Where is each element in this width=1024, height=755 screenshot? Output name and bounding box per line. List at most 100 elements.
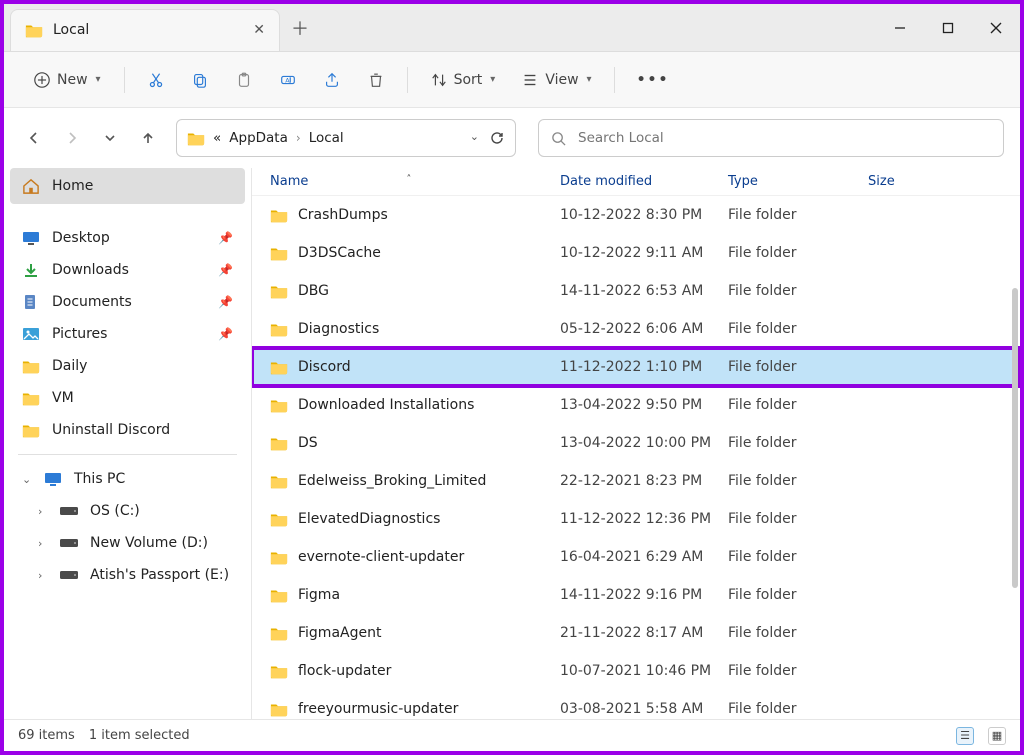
sidebar-item[interactable]: Daily xyxy=(4,350,251,382)
details-view-icon[interactable]: ☰ xyxy=(956,727,974,745)
search-box[interactable] xyxy=(538,119,1004,157)
file-type: File folder xyxy=(728,397,868,413)
tab-close-icon[interactable]: ✕ xyxy=(253,22,265,38)
column-size[interactable]: Size xyxy=(868,174,1008,189)
sidebar-item[interactable]: Desktop 📌 xyxy=(4,222,251,254)
file-row[interactable]: freeyourmusic-updater 03-08-2021 5:58 AM… xyxy=(252,690,1020,719)
file-date: 10-12-2022 8:30 PM xyxy=(560,207,728,223)
rename-button[interactable]: A xyxy=(269,65,307,95)
scrollbar[interactable] xyxy=(1012,288,1018,588)
maximize-button[interactable] xyxy=(924,4,972,51)
file-row[interactable]: DS 13-04-2022 10:00 PM File folder xyxy=(252,424,1020,462)
trash-icon xyxy=(367,71,385,89)
file-row[interactable]: CrashDumps 10-12-2022 8:30 PM File folde… xyxy=(252,196,1020,234)
sidebar-item[interactable]: Documents📌 xyxy=(4,286,251,318)
file-row[interactable]: D3DSCache 10-12-2022 9:11 AM File folder xyxy=(252,234,1020,272)
address-bar[interactable]: « AppData › Local ⌄ xyxy=(176,119,516,157)
file-type: File folder xyxy=(728,283,868,299)
grid-view-icon[interactable]: ▦ xyxy=(988,727,1006,745)
column-type[interactable]: Type xyxy=(728,174,868,189)
file-row[interactable]: DBG 14-11-2022 6:53 AM File folder xyxy=(252,272,1020,310)
copy-button[interactable] xyxy=(181,65,219,95)
up-button[interactable] xyxy=(134,124,162,152)
file-row[interactable]: Discord 11-12-2022 1:10 PM File folder xyxy=(252,348,1020,386)
breadcrumb-seg[interactable]: AppData xyxy=(229,130,288,146)
more-button[interactable]: ••• xyxy=(627,66,680,94)
file-list[interactable]: CrashDumps 10-12-2022 8:30 PM File folde… xyxy=(252,196,1020,719)
sidebar-item-label: Daily xyxy=(52,358,87,374)
file-date: 22-12-2021 8:23 PM xyxy=(560,473,728,489)
pin-icon[interactable]: 📌 xyxy=(218,231,233,245)
pin-icon[interactable]: 📌 xyxy=(218,263,233,277)
nav-row: « AppData › Local ⌄ xyxy=(4,108,1020,168)
file-row[interactable]: flock-updater 10-07-2021 10:46 PM File f… xyxy=(252,652,1020,690)
sidebar-item[interactable]: Pictures📌 xyxy=(4,318,251,350)
sidebar-item-drive[interactable]: › Atish's Passport (E:) xyxy=(4,559,251,591)
sidebar: Home Desktop 📌 Downloads📌 Documents📌 Pict… xyxy=(4,168,252,719)
column-date[interactable]: Date modified xyxy=(560,174,728,189)
file-type: File folder xyxy=(728,359,868,375)
minimize-button[interactable] xyxy=(876,4,924,51)
sidebar-item-label: Uninstall Discord xyxy=(52,422,170,438)
sidebar-item[interactable]: Downloads📌 xyxy=(4,254,251,286)
file-row[interactable]: evernote-client-updater 16-04-2021 6:29 … xyxy=(252,538,1020,576)
pin-icon[interactable]: 📌 xyxy=(218,295,233,309)
file-row[interactable]: ElevatedDiagnostics 11-12-2022 12:36 PM … xyxy=(252,500,1020,538)
tab-local[interactable]: Local ✕ xyxy=(10,9,280,51)
sidebar-item-drive[interactable]: › New Volume (D:) xyxy=(4,527,251,559)
file-date: 21-11-2022 8:17 AM xyxy=(560,625,728,641)
close-button[interactable] xyxy=(972,4,1020,51)
refresh-icon[interactable] xyxy=(489,130,505,146)
sidebar-item-home[interactable]: Home xyxy=(10,168,245,204)
file-row[interactable]: Edelweiss_Broking_Limited 22-12-2021 8:2… xyxy=(252,462,1020,500)
address-dropdown-icon[interactable]: ⌄ xyxy=(470,130,479,146)
tab-title: Local xyxy=(53,22,243,38)
column-name[interactable]: Name ˄ xyxy=(270,174,560,189)
file-name: DS xyxy=(298,435,318,451)
folder-icon xyxy=(25,22,43,38)
file-list-area: Name ˄ Date modified Type Size CrashDump… xyxy=(252,168,1020,719)
view-button[interactable]: View ▾ xyxy=(511,65,601,95)
copy-icon xyxy=(191,71,209,89)
file-date: 14-11-2022 9:16 PM xyxy=(560,587,728,603)
search-input[interactable] xyxy=(576,129,991,147)
cut-button[interactable] xyxy=(137,65,175,95)
forward-button[interactable] xyxy=(58,124,86,152)
toolbar: New ▾ A Sort ▾ View ▾ xyxy=(4,52,1020,108)
status-selected: 1 item selected xyxy=(89,728,190,743)
sidebar-item-label: Desktop xyxy=(52,230,110,246)
file-row[interactable]: Figma 14-11-2022 9:16 PM File folder xyxy=(252,576,1020,614)
plus-circle-icon xyxy=(33,71,51,89)
recent-button[interactable] xyxy=(96,124,124,152)
chevron-right-icon[interactable]: › xyxy=(38,505,48,518)
file-type: File folder xyxy=(728,321,868,337)
delete-button[interactable] xyxy=(357,65,395,95)
sidebar-item-this-pc[interactable]: ⌄ This PC xyxy=(4,463,251,495)
back-button[interactable] xyxy=(20,124,48,152)
chevron-right-icon[interactable]: › xyxy=(38,537,48,550)
file-name: Diagnostics xyxy=(298,321,379,337)
pin-icon[interactable]: 📌 xyxy=(218,327,233,341)
sidebar-item[interactable]: VM xyxy=(4,382,251,414)
file-row[interactable]: Diagnostics 05-12-2022 6:06 AM File fold… xyxy=(252,310,1020,348)
new-tab-button[interactable]: ＋ xyxy=(280,15,320,41)
sort-button[interactable]: Sort ▾ xyxy=(420,65,506,95)
sidebar-item[interactable]: Uninstall Discord xyxy=(4,414,251,446)
file-type: File folder xyxy=(728,663,868,679)
file-explorer-window: Local ✕ ＋ New ▾ A xyxy=(0,0,1024,755)
file-type: File folder xyxy=(728,587,868,603)
breadcrumb-prefix: « xyxy=(213,130,221,146)
chevron-right-icon[interactable]: › xyxy=(38,569,48,582)
folder-icon xyxy=(270,283,288,299)
file-row[interactable]: FigmaAgent 21-11-2022 8:17 AM File folde… xyxy=(252,614,1020,652)
breadcrumb-seg[interactable]: Local xyxy=(309,130,344,146)
chevron-down-icon[interactable]: ⌄ xyxy=(22,473,32,486)
sidebar-item-drive[interactable]: › OS (C:) xyxy=(4,495,251,527)
share-button[interactable] xyxy=(313,65,351,95)
new-button[interactable]: New ▾ xyxy=(22,64,112,96)
paste-button[interactable] xyxy=(225,65,263,95)
file-row[interactable]: Downloaded Installations 13-04-2022 9:50… xyxy=(252,386,1020,424)
file-name: flock-updater xyxy=(298,663,391,679)
monitor-icon xyxy=(44,471,62,487)
file-date: 13-04-2022 9:50 PM xyxy=(560,397,728,413)
